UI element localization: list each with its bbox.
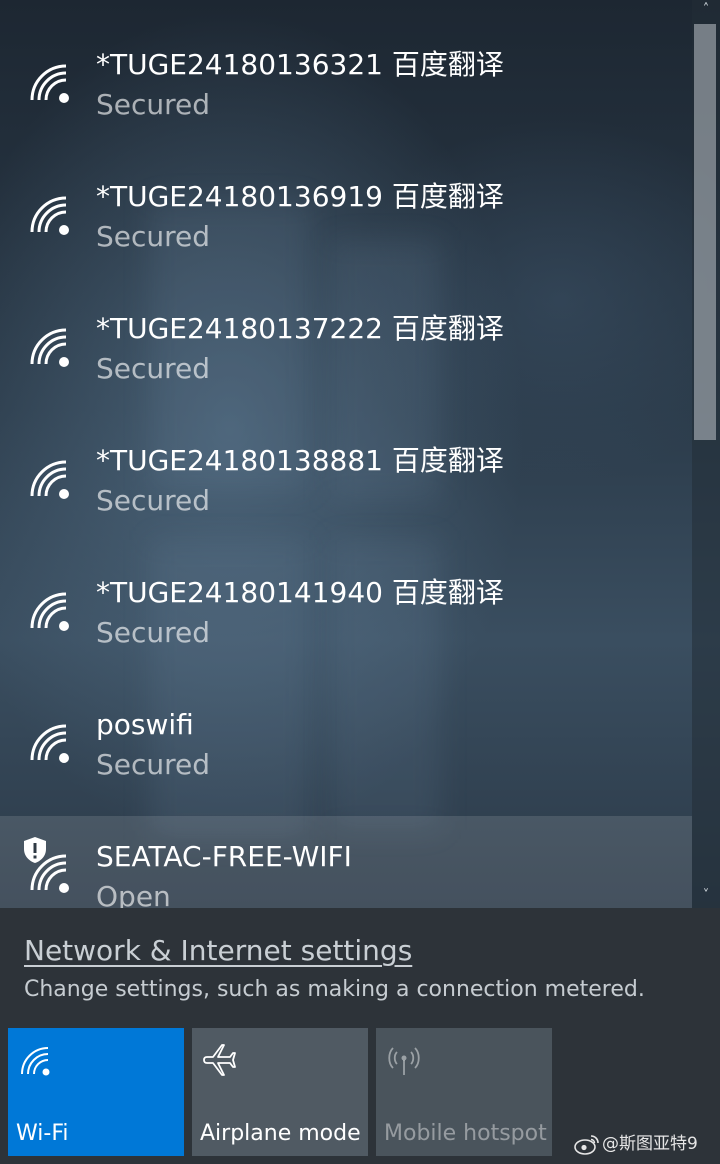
wifi-tile-label: Wi-Fi bbox=[16, 1121, 69, 1146]
wifi-toggle-tile[interactable]: Wi-Fi bbox=[8, 1028, 184, 1156]
wifi-flyout: *TUGE24180136321 百度翻译 Secured *TUGE24180… bbox=[0, 0, 720, 1164]
network-name: SEATAC-FREE-WIFI bbox=[96, 840, 352, 873]
wifi-signal-icon bbox=[30, 854, 69, 893]
wifi-signal-icon bbox=[30, 724, 69, 763]
wifi-icon bbox=[21, 1047, 50, 1076]
chevron-up-icon[interactable]: ˄ bbox=[692, 0, 720, 20]
wifi-signal-icon bbox=[30, 328, 69, 367]
wifi-signal-icon bbox=[30, 460, 69, 499]
network-status: Secured bbox=[96, 352, 211, 385]
wifi-signal-icon bbox=[30, 64, 69, 103]
network-item-selected[interactable]: SEATAC-FREE-WIFI Open bbox=[0, 816, 692, 908]
network-item[interactable]: *TUGE24180141940 百度翻译 Secured bbox=[0, 552, 692, 684]
airplane-mode-label: Airplane mode bbox=[200, 1121, 361, 1146]
hotspot-icon bbox=[388, 1047, 420, 1075]
network-status: Secured bbox=[96, 88, 211, 121]
weibo-icon bbox=[574, 1135, 599, 1155]
wifi-signal-icon bbox=[30, 196, 69, 235]
network-name: *TUGE24180136919 百度翻译 bbox=[96, 180, 504, 213]
network-name: *TUGE24180138881 百度翻译 bbox=[96, 444, 504, 477]
network-name: *TUGE24180137222 百度翻译 bbox=[96, 312, 504, 345]
network-name: *TUGE24180141940 百度翻译 bbox=[96, 576, 504, 609]
bottom-panel: Network & Internet settings Change setti… bbox=[0, 908, 720, 1164]
scrollbar[interactable]: ˄ ˅ bbox=[692, 0, 720, 908]
network-status: Secured bbox=[96, 616, 211, 649]
wifi-signal-icon bbox=[30, 592, 69, 631]
network-item[interactable]: *TUGE24180138881 百度翻译 Secured bbox=[0, 420, 692, 552]
network-item[interactable]: *TUGE24180137222 百度翻译 Secured bbox=[0, 288, 692, 420]
mobile-hotspot-tile[interactable]: Mobile hotspot bbox=[376, 1028, 552, 1156]
scrollbar-thumb[interactable] bbox=[694, 24, 716, 440]
network-item[interactable]: poswifi Secured bbox=[0, 684, 692, 816]
airplane-mode-tile[interactable]: Airplane mode bbox=[192, 1028, 368, 1156]
watermark: @斯图亚特9 bbox=[574, 1130, 698, 1158]
watermark-text: @斯图亚特9 bbox=[602, 1134, 698, 1154]
network-settings-link[interactable]: Network & Internet settings bbox=[24, 934, 412, 968]
network-item[interactable]: *TUGE24180136919 百度翻译 Secured bbox=[0, 156, 692, 288]
network-status: Secured bbox=[96, 220, 211, 253]
network-item[interactable]: *TUGE24180136321 百度翻译 Secured bbox=[0, 24, 692, 156]
airplane-icon bbox=[203, 1044, 236, 1076]
network-name: *TUGE24180136321 百度翻译 bbox=[96, 48, 504, 81]
network-status: Open bbox=[96, 880, 171, 908]
network-list: *TUGE24180136321 百度翻译 Secured *TUGE24180… bbox=[0, 0, 692, 908]
network-name: poswifi bbox=[96, 708, 194, 741]
mobile-hotspot-label: Mobile hotspot bbox=[384, 1121, 547, 1146]
network-status: Secured bbox=[96, 484, 211, 517]
chevron-down-icon[interactable]: ˅ bbox=[692, 886, 720, 906]
network-status: Secured bbox=[96, 748, 211, 781]
network-settings-description: Change settings, such as making a connec… bbox=[24, 977, 645, 1002]
